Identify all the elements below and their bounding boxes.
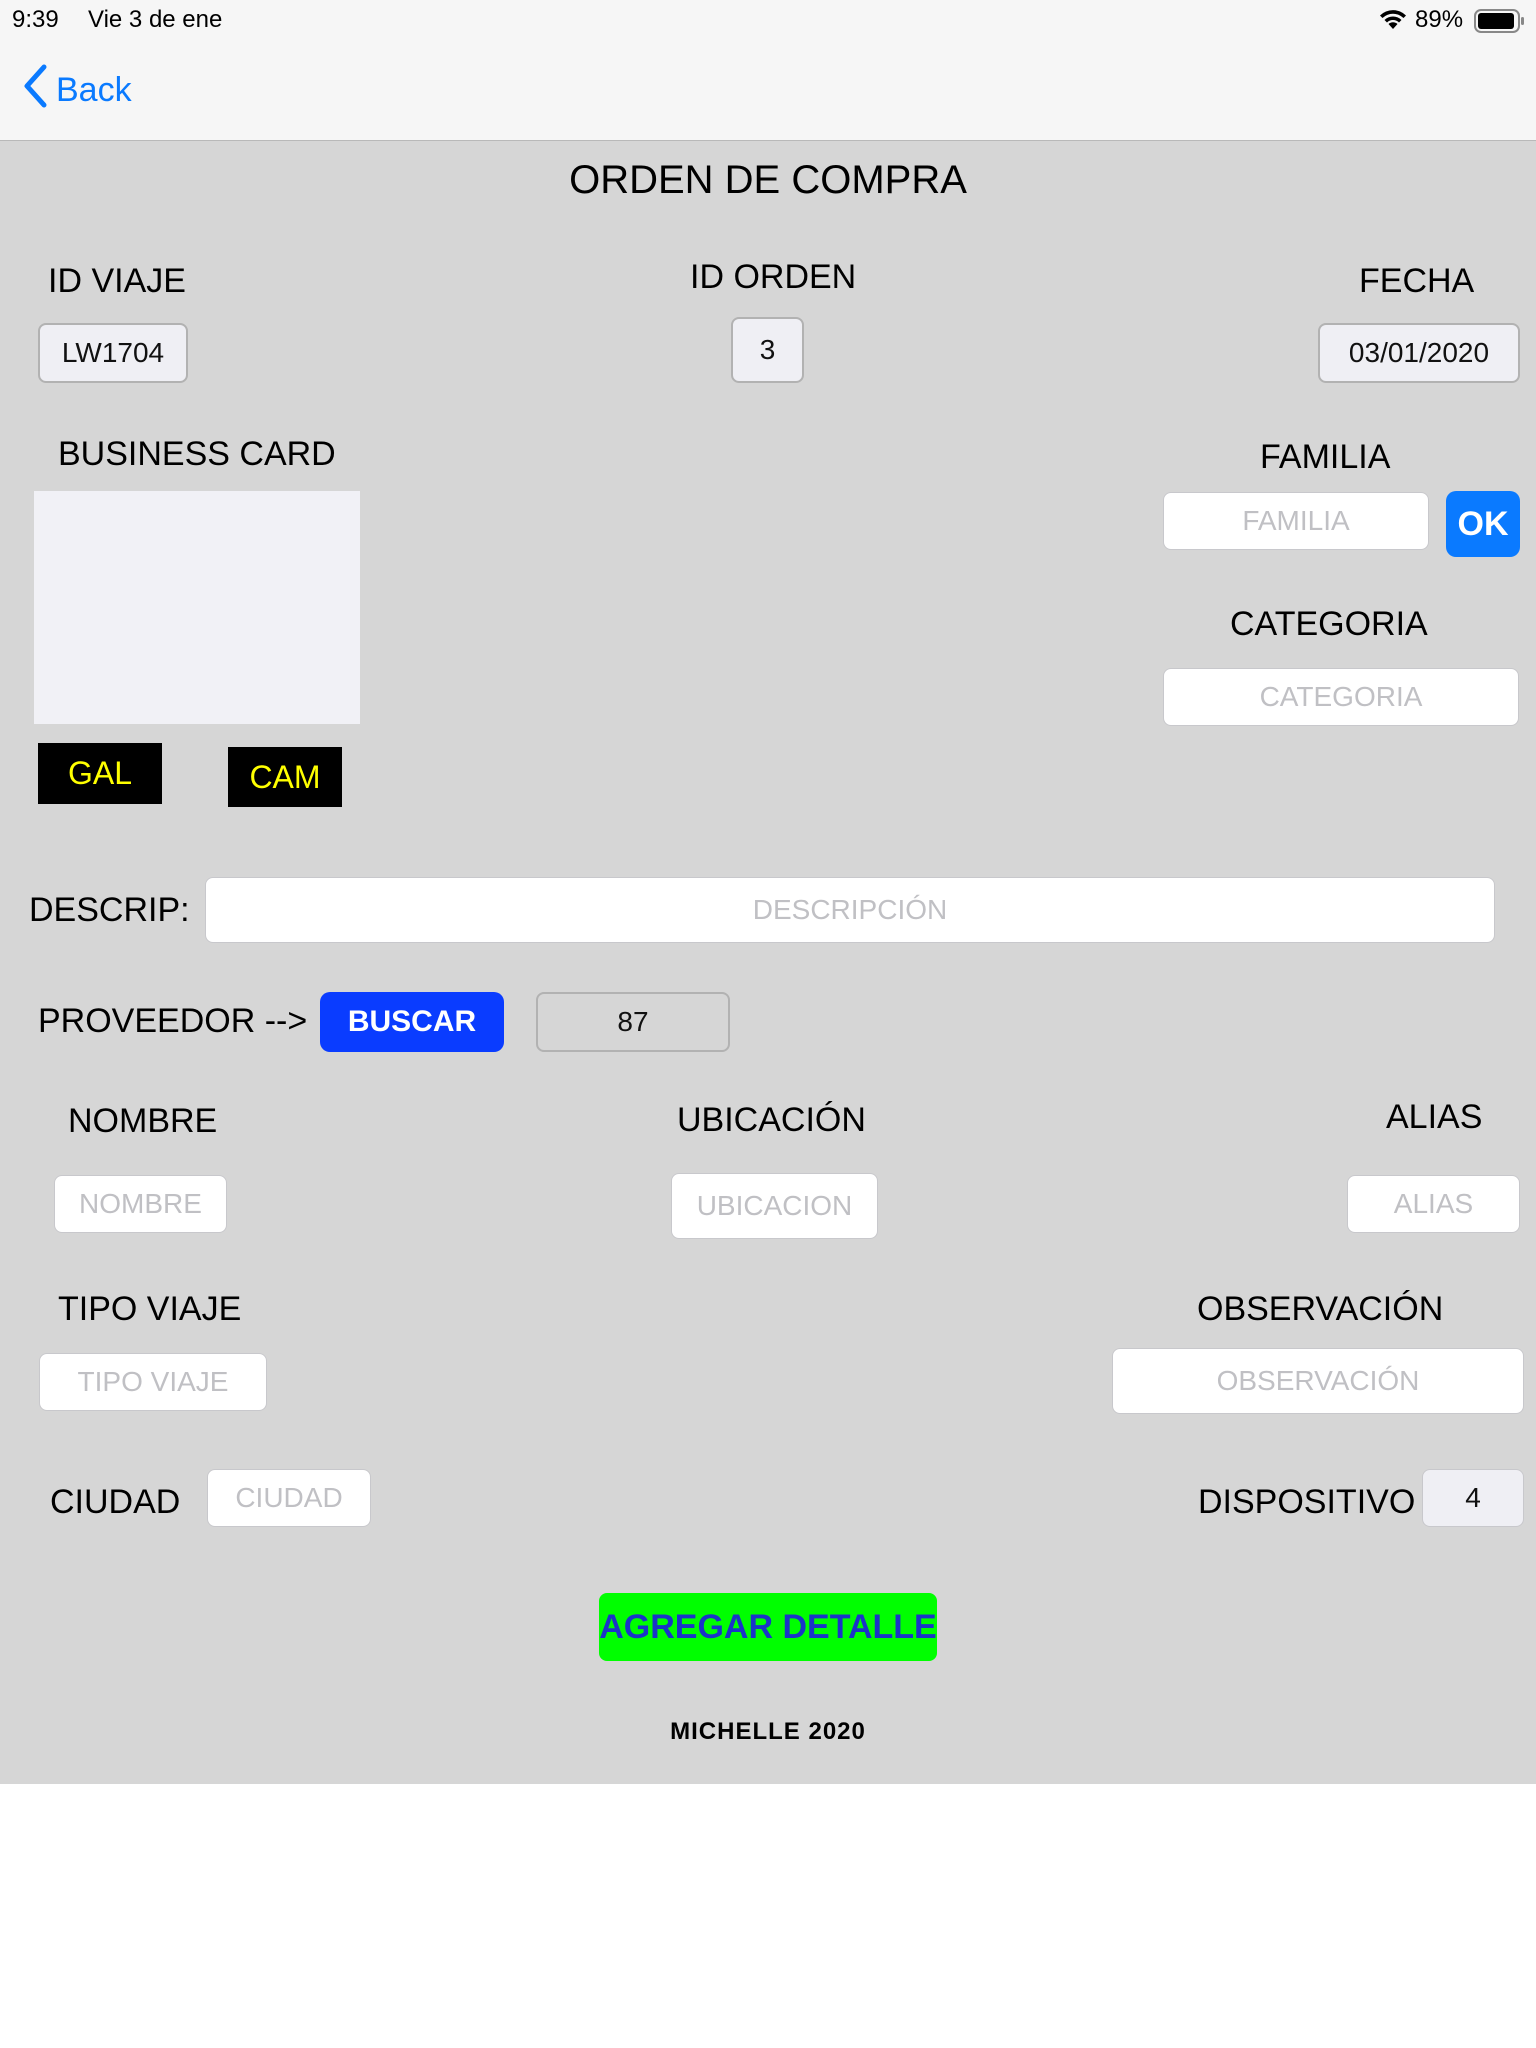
familia-ok-button[interactable]: OK	[1446, 491, 1520, 557]
observacion-label: OBSERVACIÓN	[1197, 1290, 1444, 1328]
descripcion-input[interactable]: DESCRIPCIÓN	[205, 877, 1495, 943]
wifi-icon	[1379, 8, 1407, 35]
categoria-label: CATEGORIA	[1230, 605, 1428, 643]
navigation-bar	[0, 40, 1536, 141]
gallery-button[interactable]: GAL	[38, 743, 162, 804]
nombre-label: NOMBRE	[68, 1102, 218, 1140]
business-card-label: BUSINESS CARD	[58, 435, 336, 473]
id-viaje-field[interactable]: LW1704	[38, 323, 188, 383]
ciudad-label: CIUDAD	[50, 1483, 181, 1521]
ubicacion-input[interactable]: UBICACION	[671, 1173, 878, 1239]
back-button[interactable]: Back	[22, 64, 132, 112]
alias-input[interactable]: ALIAS	[1347, 1175, 1520, 1233]
battery-icon	[1474, 9, 1526, 38]
familia-label: FAMILIA	[1260, 438, 1391, 476]
business-card-image	[34, 491, 360, 724]
order-form	[0, 141, 1536, 1784]
categoria-input[interactable]: CATEGORIA	[1163, 668, 1519, 726]
battery-percentage: 89%	[1415, 6, 1464, 33]
dispositivo-field[interactable]: 4	[1422, 1469, 1524, 1527]
descrip-label: DESCRIP:	[29, 891, 190, 929]
tipo-viaje-label: TIPO VIAJE	[58, 1290, 242, 1328]
back-label: Back	[56, 70, 132, 109]
tipo-viaje-input[interactable]: TIPO VIAJE	[39, 1353, 267, 1411]
alias-label: ALIAS	[1386, 1098, 1483, 1136]
id-viaje-label: ID VIAJE	[48, 262, 186, 300]
page-title: ORDEN DE COMPRA	[569, 158, 967, 202]
observacion-input[interactable]: OBSERVACIÓN	[1112, 1348, 1524, 1414]
fecha-label: FECHA	[1359, 262, 1475, 300]
id-orden-field[interactable]: 3	[731, 317, 804, 383]
status-time: 9:39	[12, 6, 59, 33]
agregar-detalle-button[interactable]: AGREGAR DETALLE	[599, 1593, 937, 1661]
status-date: Vie 3 de ene	[88, 6, 223, 33]
footer-credit: MICHELLE 2020	[670, 1718, 866, 1745]
chevron-left-icon	[22, 64, 56, 117]
proveedor-id-field[interactable]: 87	[536, 992, 730, 1052]
fecha-field[interactable]: 03/01/2020	[1318, 323, 1520, 383]
camera-button[interactable]: CAM	[228, 747, 342, 807]
ciudad-input[interactable]: CIUDAD	[207, 1469, 371, 1527]
proveedor-label: PROVEEDOR -->	[38, 1002, 308, 1040]
nombre-input[interactable]: NOMBRE	[54, 1175, 227, 1233]
ubicacion-label: UBICACIÓN	[677, 1101, 866, 1139]
status-bar: 9:39 Vie 3 de ene 89%	[0, 0, 1536, 40]
buscar-button[interactable]: BUSCAR	[320, 992, 504, 1052]
dispositivo-label: DISPOSITIVO	[1198, 1483, 1416, 1521]
familia-input[interactable]: FAMILIA	[1163, 492, 1429, 550]
id-orden-label: ID ORDEN	[690, 258, 857, 296]
